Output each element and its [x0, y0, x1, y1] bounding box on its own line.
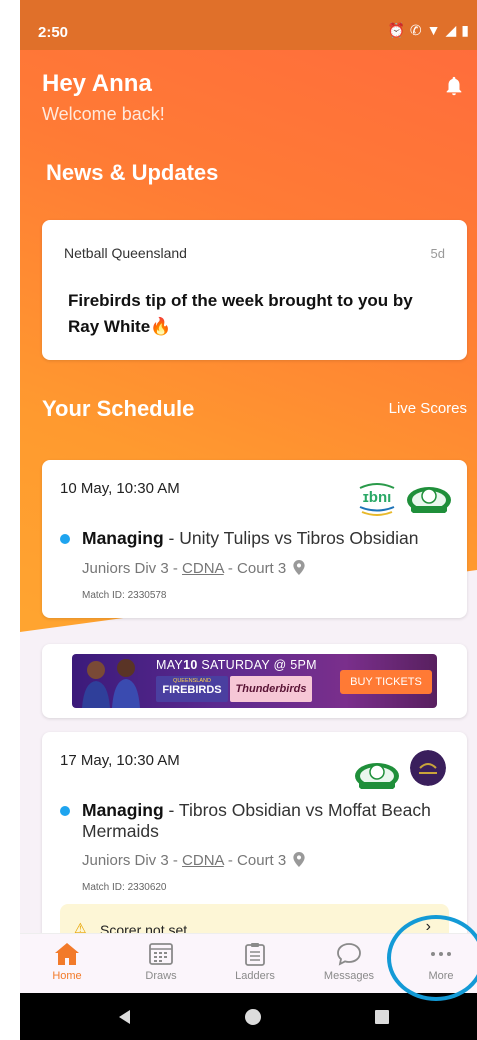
match-meta: Juniors Div 3 - CDNA - Court 3: [82, 560, 306, 577]
match-role: Managing: [82, 800, 164, 820]
players-image: [82, 659, 140, 708]
match-title: Managing - Tibros Obsidian vs Moffat Bea…: [82, 800, 453, 842]
news-title: Firebirds tip of the week brought to you…: [68, 291, 413, 336]
nav-home[interactable]: Home: [32, 942, 102, 982]
nav-ladders[interactable]: Ladders: [220, 942, 290, 982]
match-role: Managing: [82, 528, 164, 548]
ticket-banner-card[interactable]: MAY10 SATURDAY @ 5PM QUEENSLAND FIREBIRD…: [42, 644, 467, 718]
thunderbirds-name: Thunderbirds: [235, 683, 307, 695]
match-date: 17 May, 10:30 AM: [60, 752, 180, 769]
live-scores-link[interactable]: Live Scores: [389, 400, 467, 417]
clipboard-icon: [245, 943, 265, 966]
news-source: Netball Queensland: [64, 245, 187, 261]
status-dot: [60, 534, 70, 544]
location-pin-icon[interactable]: [293, 560, 306, 575]
match-card[interactable]: 10 May, 10:30 AM ɪbnı Managing - Unity T…: [42, 460, 467, 618]
team-logo-moffat: [410, 750, 446, 786]
notification-bell-icon[interactable]: [443, 74, 465, 98]
alarm-icon: ⏰: [387, 22, 405, 38]
status-bar: 2:50 ⏰ ✆ ▼ ◢ ▮: [20, 0, 477, 50]
greeting-subtitle: Welcome back!: [42, 104, 165, 124]
recents-icon[interactable]: [374, 1009, 390, 1025]
chat-icon: [337, 943, 361, 966]
match-id: Match ID: 2330620: [82, 882, 167, 893]
thunderbirds-logo: Thunderbirds: [230, 676, 312, 702]
highlight-circle: [387, 915, 477, 1001]
match-court: - Court 3: [223, 560, 287, 577]
nav-messages[interactable]: Messages: [314, 942, 384, 982]
banner-day: 10: [183, 658, 198, 672]
app-screen: 2:50 ⏰ ✆ ▼ ◢ ▮ Hey Anna Welcome back! Ne…: [20, 0, 477, 1040]
home-icon: [55, 943, 79, 965]
banner-month: MAY: [156, 658, 184, 672]
match-court: - Court 3: [223, 852, 287, 869]
news-age: 5d: [430, 246, 445, 261]
match-date: 10 May, 10:30 AM: [60, 480, 180, 497]
nav-label: Draws: [145, 970, 177, 982]
status-dot: [60, 806, 70, 816]
wifi-icon: ▼: [426, 22, 441, 38]
match-title: Managing - Unity Tulips vs Tibros Obsidi…: [82, 528, 453, 549]
status-time: 2:50: [38, 24, 69, 41]
nav-draws[interactable]: Draws: [126, 942, 196, 982]
greeting-title: Hey Anna: [42, 70, 152, 97]
firebirds-logo: QUEENSLAND FIREBIRDS: [156, 676, 228, 702]
match-id: Match ID: 2330578: [82, 590, 167, 601]
banner-time: SATURDAY @ 5PM: [197, 658, 317, 672]
phone-call-icon: ✆: [409, 22, 422, 38]
back-icon[interactable]: [116, 1008, 134, 1026]
nav-label: Home: [52, 970, 82, 982]
schedule-section-title: Your Schedule: [42, 396, 195, 421]
home-circle-icon[interactable]: [244, 1008, 262, 1026]
match-meta: Juniors Div 3 - CDNA - Court 3: [82, 852, 306, 869]
buy-tickets-button[interactable]: BUY TICKETS: [340, 670, 432, 694]
calendar-icon: [149, 943, 173, 965]
location-pin-icon[interactable]: [293, 852, 306, 867]
svg-text:ɪbnı: ɪbnı: [363, 489, 392, 506]
venue-link[interactable]: CDNA: [182, 560, 224, 577]
match-teams: - Unity Tulips vs Tibros Obsidian: [163, 528, 419, 548]
venue-link[interactable]: CDNA: [182, 852, 224, 869]
nav-label: Messages: [323, 970, 375, 982]
signal-icon: ◢: [445, 22, 457, 38]
news-section-title: News & Updates: [46, 160, 219, 185]
status-icons: ⏰ ✆ ▼ ◢ ▮: [387, 22, 469, 38]
ticket-banner[interactable]: MAY10 SATURDAY @ 5PM QUEENSLAND FIREBIRD…: [72, 654, 437, 708]
system-nav-bar: [20, 993, 477, 1040]
firebirds-name: FIREBIRDS: [162, 684, 222, 696]
match-division: Juniors Div 3 -: [82, 852, 183, 869]
nav-label: Ladders: [235, 970, 275, 982]
battery-icon: ▮: [461, 22, 469, 38]
news-card[interactable]: Netball Queensland 5d Firebirds tip of t…: [42, 220, 467, 360]
banner-date: MAY10 SATURDAY @ 5PM: [156, 658, 317, 672]
team-logo-tibros: [407, 487, 451, 513]
team-logo-unity: ɪbnı: [354, 474, 400, 520]
match-division: Juniors Div 3 -: [82, 560, 183, 577]
team-logo-tibros: [355, 763, 399, 789]
